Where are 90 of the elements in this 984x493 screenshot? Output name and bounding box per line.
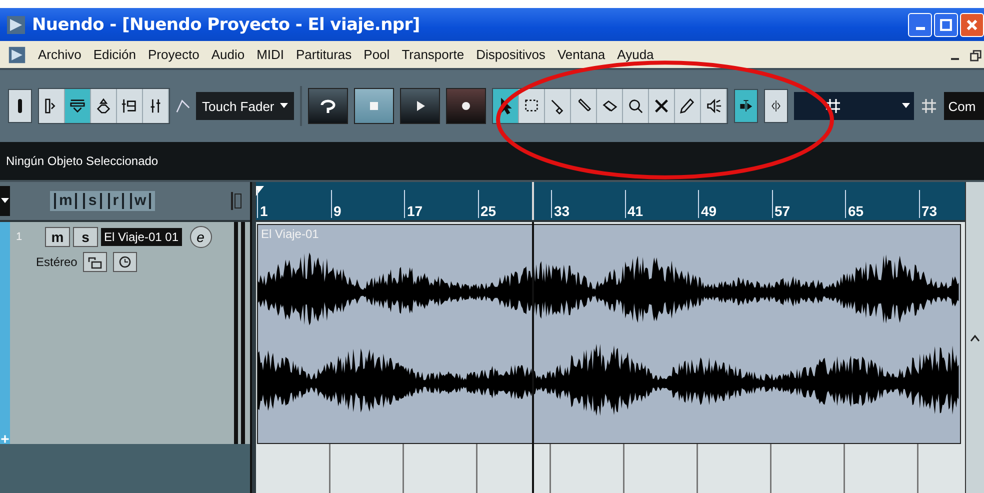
bar-number: 49 (698, 190, 717, 218)
collapse-button[interactable] (0, 186, 10, 216)
caret-icon (280, 103, 288, 109)
view-toggle-button[interactable] (143, 89, 169, 123)
menu-item[interactable]: Edición (93, 47, 136, 62)
mute-tool-button[interactable] (649, 89, 676, 123)
restore-icon (968, 48, 982, 62)
bar-number: 73 (918, 190, 938, 218)
view-toggle-button[interactable] (65, 89, 91, 123)
vertical-scrollbar[interactable] (965, 182, 984, 493)
record-button[interactable] (446, 88, 486, 124)
timebase-button[interactable] (113, 252, 138, 272)
menu-item[interactable]: Pool (364, 47, 390, 62)
grid-icon (824, 97, 842, 115)
view-toggle-button[interactable] (117, 89, 143, 123)
menu-item[interactable]: Ayuda (617, 47, 654, 62)
pool-icon (121, 97, 138, 115)
caret-icon (1, 198, 9, 204)
menu-item[interactable]: Ventana (557, 47, 606, 62)
autoscroll-button[interactable] (734, 89, 758, 123)
draw-icon (679, 97, 696, 115)
lock-button[interactable] (83, 252, 108, 272)
playhead-line (532, 182, 534, 220)
bar-number: 33 (551, 190, 570, 218)
close-button[interactable] (960, 12, 984, 36)
mute-button[interactable]: m (45, 227, 70, 247)
maximize-icon (939, 18, 953, 32)
solo-button[interactable]: s (73, 227, 98, 247)
info-line-text: Ningún Objeto Seleccionado (6, 154, 158, 168)
menu-item[interactable]: Dispositivos (476, 47, 546, 62)
caret-icon (902, 103, 910, 109)
quantize-dropdown[interactable]: Com (944, 92, 984, 120)
glue-tool-button[interactable] (571, 89, 598, 123)
overview-icon (95, 97, 112, 115)
menu-item[interactable]: MIDI (256, 47, 284, 62)
bar-number: 57 (772, 190, 790, 218)
app-icon (6, 14, 26, 34)
timeline-ruler[interactable]: 1 9 17 25 33 41 49 57 65 73 (256, 182, 965, 222)
window-title: Nuendo - [Nuendo Proyecto - El viaje.npr] (32, 14, 420, 34)
automation-mode-dropdown[interactable]: Touch Fader (196, 92, 294, 120)
split-tool-button[interactable] (545, 89, 572, 123)
project-start-marker (256, 186, 264, 196)
info-icon (69, 97, 86, 115)
document-icon (8, 46, 26, 64)
minimize-icon (951, 58, 959, 60)
track-name-field[interactable]: El Viaje-01 01 (101, 228, 182, 246)
menu-item[interactable]: Audio (211, 47, 245, 62)
global-track-toggle[interactable]: r (108, 193, 124, 209)
grid-icon (920, 97, 938, 115)
edit-channel-button[interactable]: e (190, 226, 212, 248)
maximize-button[interactable] (934, 12, 958, 36)
range-tool-button[interactable] (519, 89, 546, 123)
minimize-icon (916, 26, 924, 30)
play-tool-button[interactable] (701, 89, 728, 123)
lock-icon (86, 255, 104, 269)
minimize-button[interactable] (908, 12, 932, 36)
track-divider-icon (230, 191, 242, 211)
menu-item[interactable]: Transporte (402, 47, 464, 62)
event-name: El Viaje-01 (260, 226, 320, 243)
global-track-toggle[interactable]: s (83, 193, 102, 209)
add-track-icon[interactable] (0, 434, 10, 444)
zoom-tool-button[interactable] (623, 89, 650, 123)
draw-tool-button[interactable] (675, 89, 702, 123)
bar-number: 1 (257, 190, 268, 218)
stop-button[interactable] (354, 88, 394, 124)
track-number: 1 (16, 231, 24, 243)
menu-item[interactable]: Proyecto (148, 47, 200, 62)
view-toggle-button[interactable] (39, 89, 65, 123)
global-track-toggle[interactable]: m (54, 193, 78, 209)
bar-number: 9 (330, 190, 342, 218)
activate-button[interactable] (8, 89, 32, 123)
play-button[interactable] (400, 88, 440, 124)
bar-number: 41 (624, 190, 644, 218)
automation-icon (176, 97, 190, 115)
bar-number: 65 (845, 190, 864, 218)
track-mode-label: Estéreo (36, 255, 78, 269)
mute-icon (653, 97, 670, 115)
track-header[interactable]: 1 m s El Viaje-01 01 e Estéreo (0, 222, 250, 444)
bar-number: 25 (478, 190, 496, 218)
menu-item[interactable]: Partituras (296, 47, 352, 62)
erase-tool-button[interactable] (597, 89, 624, 123)
snap-button[interactable] (764, 89, 788, 123)
global-track-toggle[interactable]: w (130, 193, 152, 209)
view-toggle-button[interactable] (91, 89, 117, 123)
grid-type-dropdown[interactable] (794, 92, 914, 120)
close-icon (965, 18, 979, 32)
cycle-button[interactable] (308, 88, 348, 124)
bar-number: 17 (404, 190, 423, 218)
zoom-icon (627, 97, 644, 115)
menu-item[interactable]: Archivo (38, 47, 82, 62)
